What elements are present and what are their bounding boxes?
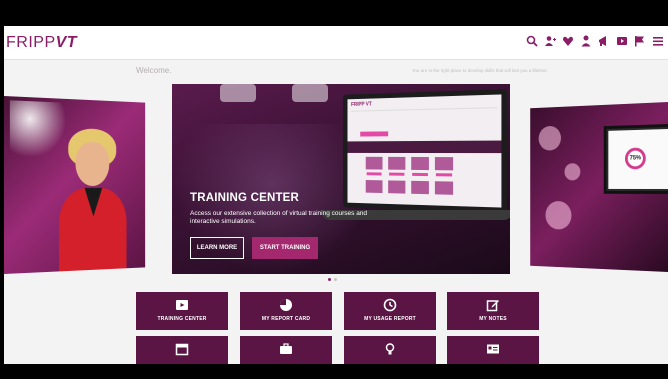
tile-label: MY USAGE REPORT (344, 316, 436, 322)
id-card-icon (486, 342, 500, 356)
video-frame: FRIPPVT Welcome. You are in the right pl… (0, 0, 668, 379)
carousel-dots (328, 278, 337, 281)
edit-icon (486, 298, 500, 312)
lightbulb-icon (383, 342, 397, 356)
learn-more-button[interactable]: LEARN MORE (190, 237, 244, 259)
tile-label: MY REPORT CARD (240, 316, 332, 322)
person-icon[interactable] (580, 35, 592, 49)
laptop-logo: FRIPP VT (351, 101, 372, 107)
clock-icon (383, 298, 397, 312)
header-icons (526, 35, 664, 49)
tile-my-usage-report[interactable]: MY USAGE REPORT (344, 292, 436, 330)
tile-lightbulb[interactable] (344, 336, 436, 364)
logo-prefix: FRIPP (6, 34, 56, 51)
top-bar: FRIPPVT (4, 26, 668, 60)
carousel-dot[interactable] (328, 278, 331, 281)
tile-my-notes[interactable]: MY NOTES (447, 292, 539, 330)
carousel-slide-right[interactable]: 75% (530, 102, 668, 272)
megaphone-icon[interactable] (598, 35, 610, 49)
heart-icon[interactable] (562, 35, 574, 49)
presenter-photo (59, 128, 126, 272)
tile-label: TRAINING CENTER (136, 316, 228, 322)
carousel-slide-left[interactable] (4, 96, 145, 274)
tile-training-center[interactable]: TRAINING CENTER (136, 292, 228, 330)
video-icon[interactable] (616, 35, 628, 49)
tile-briefcase[interactable] (240, 336, 332, 364)
hero-description: Access our extensive collection of virtu… (190, 210, 380, 226)
briefcase-icon (279, 342, 293, 356)
hero-slide: FRIPP VT TRAINING CENTER Access our exte… (172, 84, 510, 274)
tile-id-card[interactable] (447, 336, 539, 364)
calendar-icon (175, 342, 189, 356)
app-screen: FRIPPVT Welcome. You are in the right pl… (4, 26, 668, 364)
hero-title: TRAINING CENTER (190, 192, 299, 204)
progress-badge: 75% (625, 147, 646, 169)
laptop-image: FRIPP VT (343, 89, 507, 213)
tile-my-report-card[interactable]: MY REPORT CARD (240, 292, 332, 330)
pie-chart-icon (279, 298, 293, 312)
tagline: You are in the right place to develop sk… (412, 68, 548, 73)
welcome-text: Welcome. (136, 66, 171, 75)
monitor-image: 75% (604, 124, 668, 194)
logo-suffix: VT (56, 34, 77, 51)
user-add-icon[interactable] (544, 35, 556, 49)
letterbox-bar (0, 364, 668, 379)
play-icon (175, 298, 189, 312)
menu-icon[interactable] (652, 35, 664, 49)
carousel-dot[interactable] (334, 278, 337, 281)
tile-label: MY NOTES (447, 316, 539, 322)
tile-calendar[interactable] (136, 336, 228, 364)
start-training-button[interactable]: START TRAINING (252, 237, 318, 259)
search-icon[interactable] (526, 35, 538, 49)
logo[interactable]: FRIPPVT (6, 34, 77, 52)
flag-icon[interactable] (634, 35, 646, 49)
